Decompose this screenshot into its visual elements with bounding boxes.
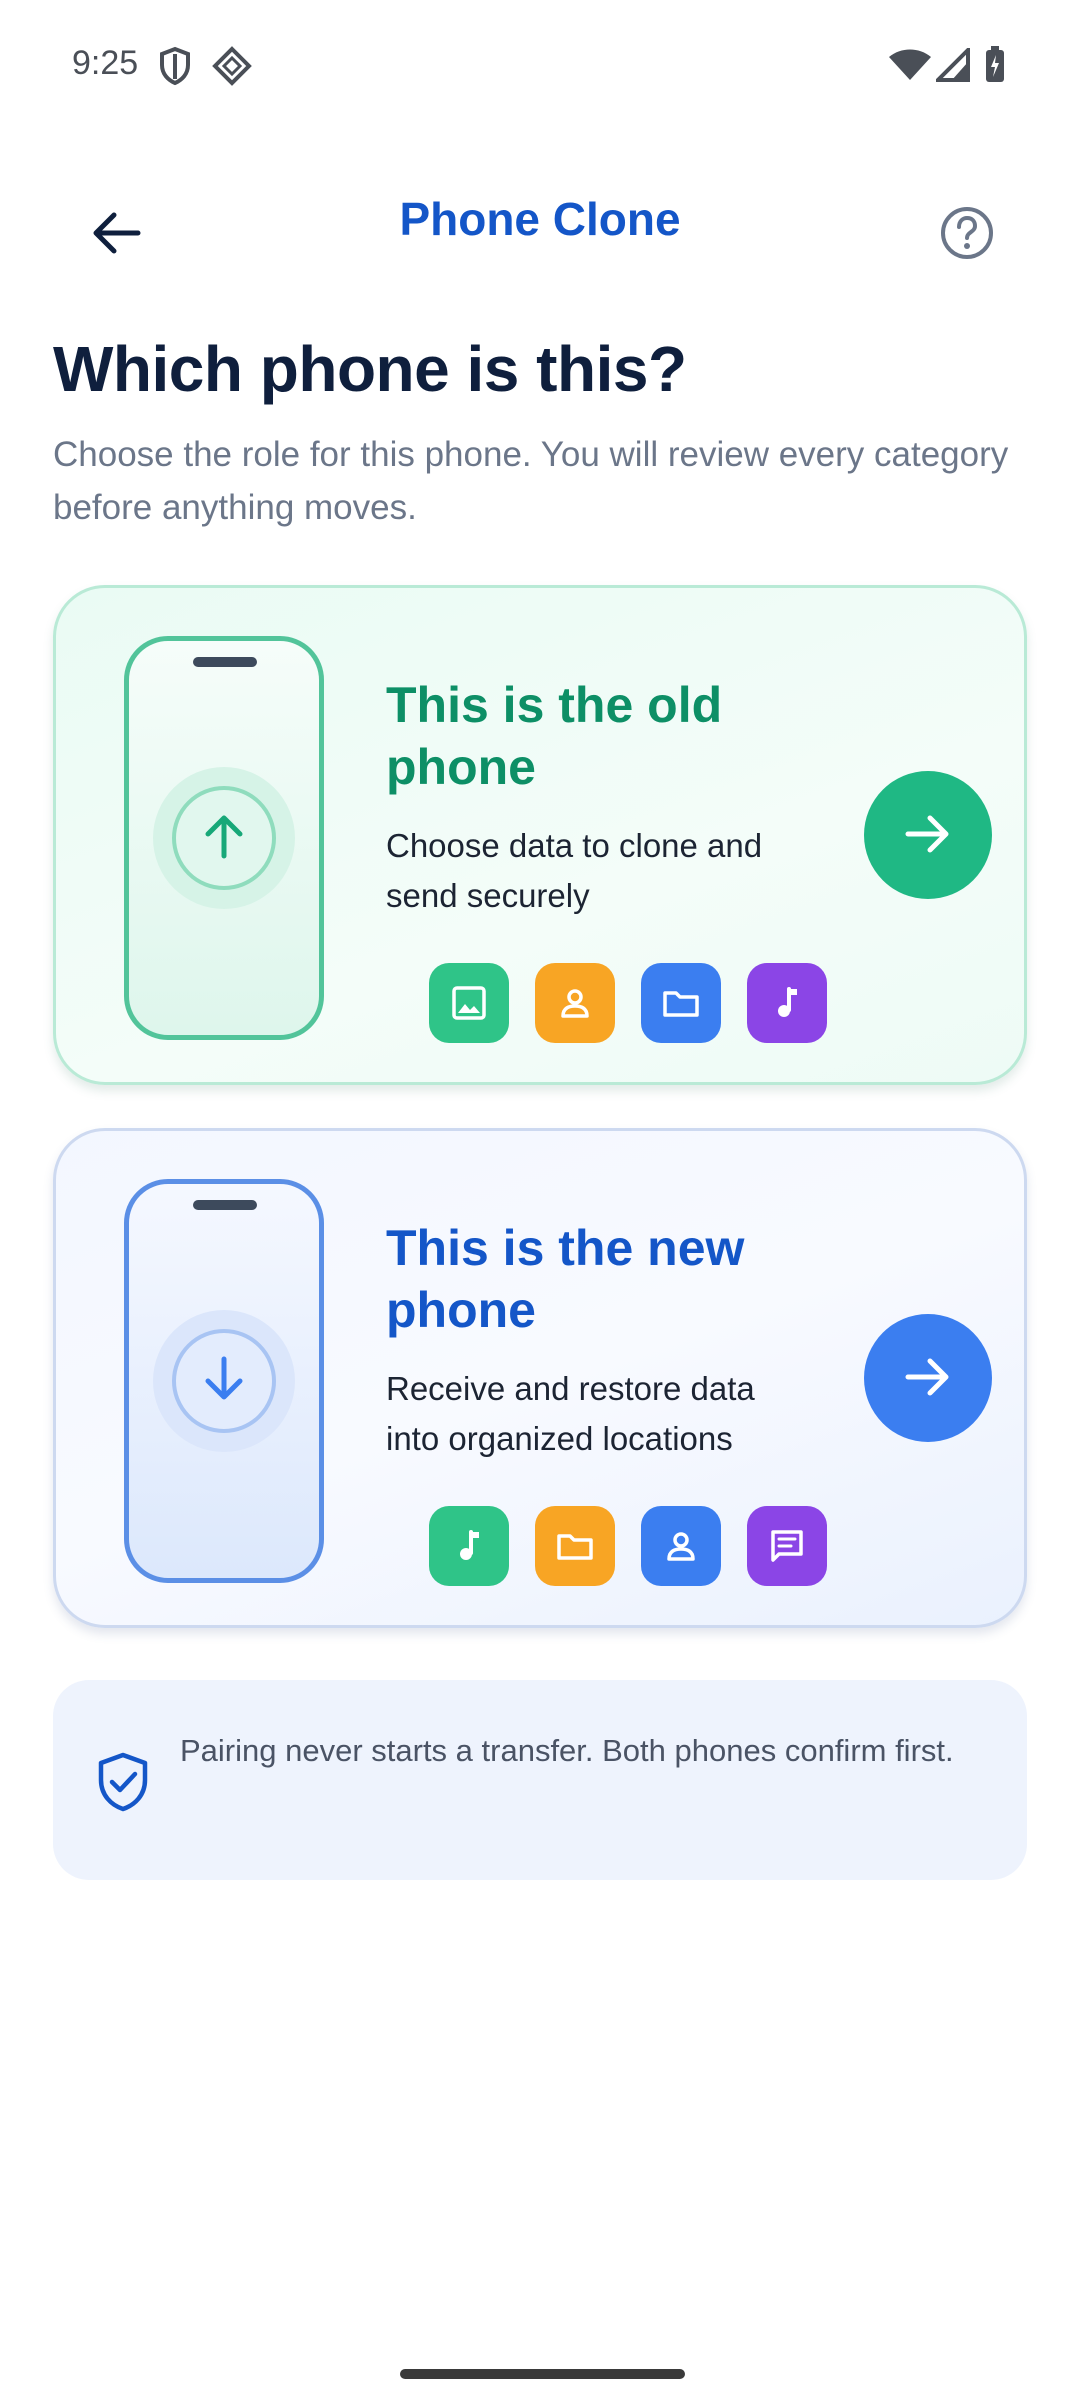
shield-status-icon xyxy=(158,46,192,91)
category-chips xyxy=(429,1506,827,1586)
card-title: This is the new phone xyxy=(386,1220,745,1338)
folder-icon xyxy=(641,963,721,1043)
home-indicator[interactable] xyxy=(400,2369,685,2379)
page-subheading: Choose the role for this phone. You will… xyxy=(53,435,1009,527)
phone-notch xyxy=(193,1200,257,1210)
wifi-icon xyxy=(888,48,932,87)
card-title: This is the old phone xyxy=(386,677,723,795)
contact-icon xyxy=(641,1506,721,1586)
contact-icon xyxy=(535,963,615,1043)
help-button[interactable] xyxy=(922,190,1012,280)
select-new-phone-button[interactable] xyxy=(864,1314,992,1442)
select-old-phone-button[interactable] xyxy=(864,771,992,899)
signal-icon xyxy=(933,45,970,87)
card-description: Receive and restore data into organized … xyxy=(386,1370,755,1457)
phone-notch xyxy=(193,657,257,667)
pairing-info-text: Pairing never starts a transfer. Both ph… xyxy=(180,1733,954,1768)
help-circle-icon xyxy=(939,205,995,266)
arrow-right-icon xyxy=(902,1353,954,1404)
music-icon xyxy=(747,963,827,1043)
old-phone-card[interactable]: This is the old phone Choose data to clo… xyxy=(53,585,1027,1085)
status-bar: 9:25 xyxy=(0,0,1080,130)
message-icon xyxy=(747,1506,827,1586)
pairing-info-box: Pairing never starts a transfer. Both ph… xyxy=(53,1680,1027,1880)
card-description: Choose data to clone and send securely xyxy=(386,827,763,914)
arrow-right-icon xyxy=(902,810,954,861)
phone-illustration xyxy=(124,1179,324,1583)
download-badge xyxy=(153,1310,295,1452)
arrow-down-icon xyxy=(196,1351,252,1412)
battery-charging-icon xyxy=(984,46,1006,89)
app-title: Phone Clone xyxy=(399,193,681,245)
page-heading: Which phone is this? xyxy=(53,333,687,405)
arrow-up-icon xyxy=(196,808,252,869)
image-icon xyxy=(429,963,509,1043)
phone-illustration xyxy=(124,636,324,1040)
upload-badge xyxy=(153,767,295,909)
folder-icon xyxy=(535,1506,615,1586)
shield-check-icon xyxy=(93,1750,153,1814)
category-chips xyxy=(429,963,827,1043)
app-bar: Phone Clone xyxy=(0,170,1080,270)
new-phone-card[interactable]: This is the new phone Receive and restor… xyxy=(53,1128,1027,1628)
music-icon xyxy=(429,1506,509,1586)
status-time: 9:25 xyxy=(72,44,139,82)
diamond-status-icon xyxy=(212,46,252,91)
